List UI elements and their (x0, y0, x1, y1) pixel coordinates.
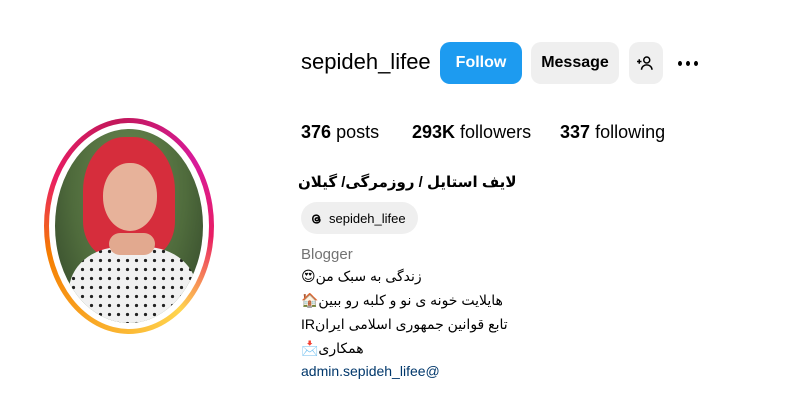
avatar-face (103, 163, 157, 231)
bio-line-3: تابع قوانین جمهوری اسلامی ایرانIR (301, 316, 508, 332)
bio-line-2: هایلایت خونه ی نو و کلبه رو ببین🏠 (301, 292, 503, 308)
bio-line-4: همکاری📩 (301, 340, 364, 356)
followers-label: followers (460, 122, 532, 142)
avatar-hands (109, 233, 155, 255)
followers-stat[interactable]: 293K followers (412, 122, 531, 143)
followers-count: 293K (412, 122, 456, 142)
profile-category: Blogger (301, 246, 353, 263)
posts-count: 376 (301, 122, 332, 142)
profile-title: لایف استایل / روزمرگی/ گیلان (298, 174, 517, 191)
suggest-accounts-button[interactable] (629, 42, 663, 84)
add-person-icon (637, 56, 653, 70)
threads-icon (311, 213, 321, 224)
avatar[interactable] (55, 129, 203, 323)
following-label: following (595, 122, 666, 142)
posts-label: posts (336, 122, 380, 142)
bio-line-1: زندگی به سبک من😍 (301, 268, 422, 284)
bio-email[interactable]: admin.sepideh_lifee@ (301, 363, 440, 379)
threads-badge[interactable]: sepideh_lifee (301, 202, 418, 234)
following-count: 337 (560, 122, 591, 142)
following-stat[interactable]: 337 following (560, 122, 665, 143)
posts-stat[interactable]: 376 posts (301, 122, 379, 143)
profile-username: sepideh_lifee (301, 49, 431, 74)
threads-handle: sepideh_lifee (329, 210, 406, 226)
avatar-story-ring[interactable] (44, 118, 214, 334)
message-button[interactable]: Message (531, 42, 619, 84)
avatar-dress (69, 247, 197, 323)
avatar-border (49, 123, 209, 329)
follow-button[interactable]: Follow (440, 42, 522, 84)
more-options-icon[interactable] (676, 50, 700, 76)
